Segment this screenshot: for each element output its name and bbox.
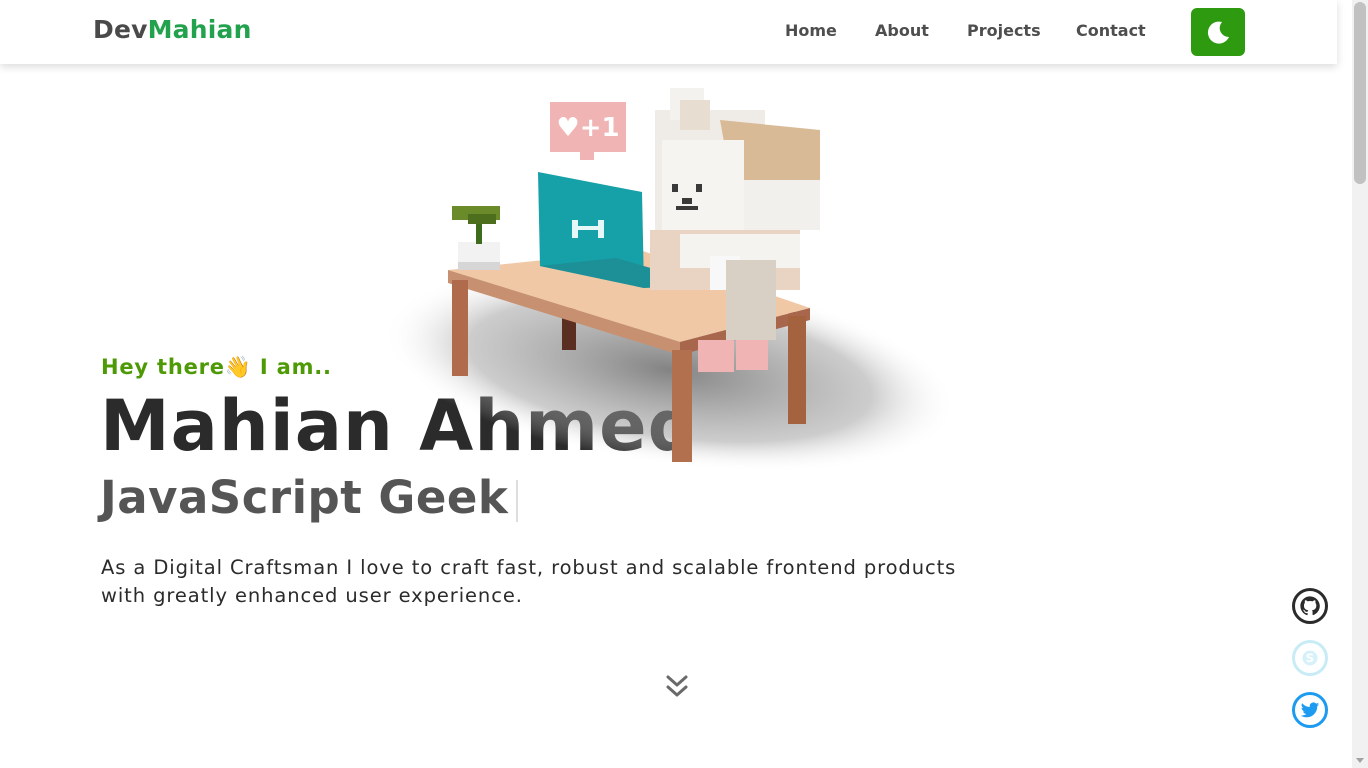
github-link[interactable] [1292, 588, 1328, 624]
nav-about-link[interactable]: About [875, 21, 929, 40]
hero-greeting: Hey there👋 I am.. [101, 355, 332, 379]
moon-icon [1207, 21, 1229, 44]
logo-text-mahian: Mahian [147, 15, 252, 44]
scrollbar-thumb[interactable] [1354, 2, 1366, 184]
svg-text:S: S [1306, 651, 1314, 665]
skype-icon: S [1302, 650, 1318, 666]
page-scrollbar[interactable] [1352, 0, 1368, 768]
site-logo[interactable]: DevMahian [93, 15, 252, 44]
hero-role: JavaScript Geek [100, 471, 519, 524]
sign-text: ♥+1 [556, 113, 619, 143]
typing-cursor [516, 480, 519, 522]
nav-home-link[interactable]: Home [785, 21, 837, 40]
chevrons-down-icon[interactable] [664, 674, 690, 700]
desk-illustration: ♥+1 [382, 88, 958, 470]
theme-toggle-button[interactable] [1191, 8, 1245, 56]
scroll-down-arrow[interactable] [1356, 758, 1364, 763]
github-icon [1300, 596, 1320, 616]
site-header: DevMahian Home About Projects Contact [0, 0, 1337, 64]
skype-link[interactable]: S [1292, 640, 1328, 676]
logo-text-dev: Dev [93, 15, 148, 44]
twitter-link[interactable] [1292, 692, 1328, 728]
nav-contact-link[interactable]: Contact [1076, 21, 1146, 40]
nav-projects-link[interactable]: Projects [967, 21, 1041, 40]
role-text: JavaScript Geek [100, 471, 509, 524]
hero-bio: As a Digital Craftsman I love to craft f… [101, 556, 957, 607]
twitter-icon [1300, 702, 1320, 718]
